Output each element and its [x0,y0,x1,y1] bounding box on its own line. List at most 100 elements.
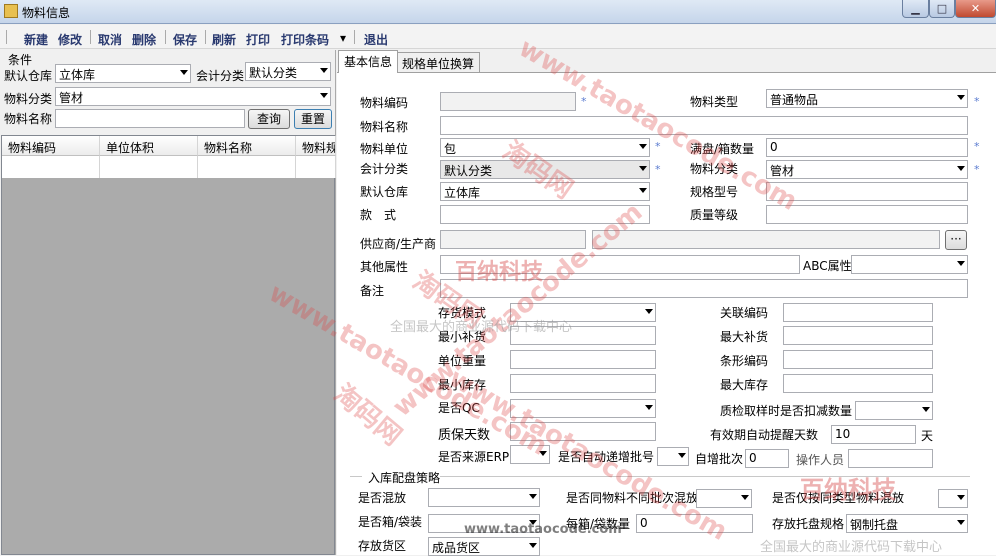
maximize-button[interactable]: □ [929,0,955,18]
table-row[interactable] [2,156,100,178]
qc-deduct-label: 质检取样时是否扣减数量 [720,404,853,418]
new-button[interactable]: 新建 [24,31,48,48]
required-mark: * [655,163,661,176]
toolbar-separator [205,30,206,44]
chevron-down-icon [639,144,647,149]
auto-batch-label: 是否自动递增批号 [558,450,655,464]
chevron-down-icon [539,451,547,456]
same-type-label: 是否仅按同类型物料混放 [772,491,905,505]
storage-area-label: 存放货区 [358,539,407,553]
auto-inc-input[interactable]: 0 [745,449,789,468]
print-barcode-button[interactable]: 打印条码 [281,31,329,48]
material-name-input[interactable] [55,109,245,128]
unit-label: 物料单位 [360,142,409,156]
app-icon [4,4,18,18]
tab-basic-info[interactable]: 基本信息 [338,50,399,73]
note-input[interactable] [440,279,968,298]
storage-area-select[interactable]: 成品货区 [428,537,540,556]
box-select[interactable] [428,514,540,533]
same-type-select[interactable] [938,489,968,508]
name-input[interactable] [440,116,968,135]
supplier-name-input[interactable] [592,230,940,249]
edit-button[interactable]: 修改 [58,31,82,48]
chevron-down-icon [922,407,930,412]
refresh-button[interactable]: 刷新 [212,31,236,48]
from-erp-select[interactable] [510,445,550,464]
quality-grade-input[interactable] [766,205,968,224]
operator-input[interactable] [848,449,933,468]
per-box-input[interactable]: 0 [636,514,753,533]
material-category-select[interactable]: 管材 [55,87,331,106]
required-mark: * [581,95,587,108]
supplier-browse-button[interactable]: ··· [945,230,967,250]
table-row[interactable] [198,156,296,178]
required-mark: * [655,140,661,153]
exit-button[interactable]: 退出 [364,31,388,48]
material-category-label: 物料分类 [4,92,53,106]
expiry-remind-label: 有效期自动提醒天数 [710,428,819,442]
related-code-input[interactable] [783,303,933,322]
unit-weight-label: 单位重量 [438,354,487,368]
toolbar-separator [165,30,166,44]
close-button[interactable]: ✕ [955,0,996,18]
shelf-days-input[interactable] [510,422,656,441]
acct-category-select[interactable]: 默认分类 [440,160,650,179]
print-button[interactable]: 打印 [246,31,270,48]
mix-select[interactable] [428,488,540,507]
min-replen-label: 最小补货 [438,330,487,344]
chevron-down-icon [957,95,965,100]
max-replen-input[interactable] [783,326,933,345]
stock-mode-select[interactable] [510,303,656,322]
spec-model-input[interactable] [766,182,968,201]
material-grid[interactable]: 物料编码 单位体积 物料名称 物料规 [1,135,336,555]
barcode-input[interactable] [783,350,933,369]
default-warehouse-select[interactable]: 立体库 [440,182,650,201]
table-row[interactable] [100,156,198,178]
qc-deduct-select[interactable] [855,401,933,420]
other-attr-input[interactable] [440,255,800,274]
is-qc-select[interactable] [510,399,656,418]
chevron-down-icon [639,166,647,171]
tab-spec-unit[interactable]: 规格单位换算 [396,52,481,72]
reset-button[interactable]: 重置 [294,109,332,129]
grid-header-code[interactable]: 物料编码 [2,136,100,156]
expiry-remind-input[interactable]: 10 [831,425,916,444]
per-box-label: 每箱/袋数量 [566,517,631,531]
abc-attr-select[interactable] [851,255,968,274]
max-stock-input[interactable] [783,374,933,393]
pallet-spec-select[interactable]: 钢制托盘 [846,514,968,533]
code-input[interactable] [440,92,576,111]
diff-batch-select[interactable] [696,489,752,508]
query-button[interactable]: 查询 [248,109,290,129]
unit-select[interactable]: 包 [440,138,650,157]
name-label: 物料名称 [360,120,409,134]
inbound-group-label: 入库配盘策略 [368,471,441,485]
table-row[interactable] [296,156,336,178]
grid-header-name[interactable]: 物料名称 [198,136,296,156]
full-qty-input[interactable]: 0 [766,138,968,157]
unit-weight-input[interactable] [510,350,656,369]
auto-batch-select[interactable] [657,447,689,466]
type-select[interactable]: 普通物品 [766,89,968,108]
chevron-down-icon [180,70,188,75]
delete-button[interactable]: 删除 [132,31,156,48]
acct-category-select[interactable]: 默认分类 [245,62,331,81]
material-name-label: 物料名称 [4,112,53,126]
grid-header-spec[interactable]: 物料规 [296,136,336,156]
minimize-button[interactable]: ▁ [902,0,929,18]
print-dropdown-icon[interactable]: ▾ [340,31,346,45]
min-stock-input[interactable] [510,374,656,393]
material-category-select[interactable]: 管材 [766,160,968,179]
save-button[interactable]: 保存 [173,31,197,48]
supplier-label: 供应商/生产商 [360,237,437,251]
grid-header-volume[interactable]: 单位体积 [100,136,198,156]
style-input[interactable] [440,205,650,224]
material-category-label: 物料分类 [690,162,739,176]
mix-label: 是否混放 [358,491,407,505]
cancel-button[interactable]: 取消 [98,31,122,48]
supplier-code-input[interactable] [440,230,586,249]
min-replen-input[interactable] [510,326,656,345]
default-warehouse-select[interactable]: 立体库 [55,64,191,83]
chevron-down-icon [529,494,537,499]
default-warehouse-label: 默认仓库 [4,69,53,83]
